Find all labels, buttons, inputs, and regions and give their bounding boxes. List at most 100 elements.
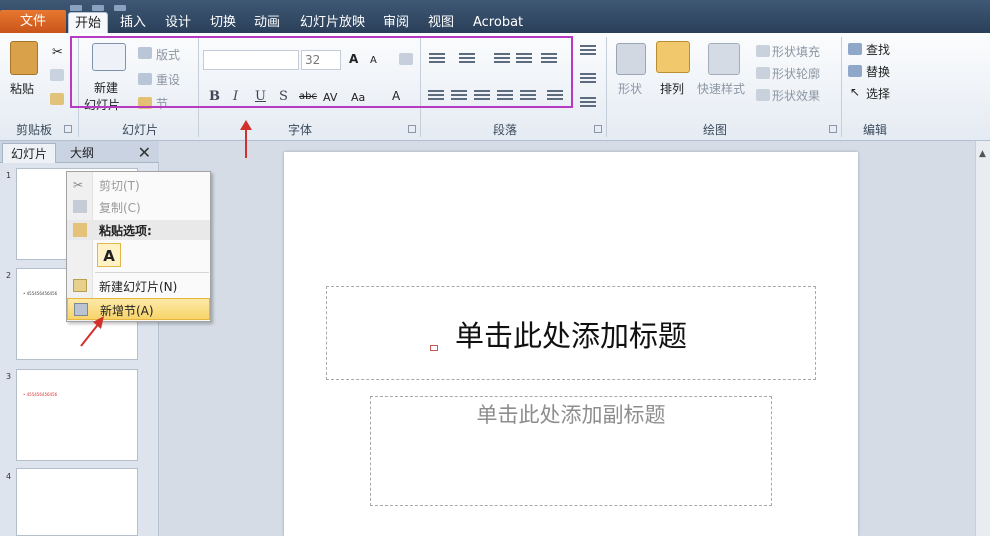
group-divider [198,37,199,137]
shape-outline-icon[interactable] [756,67,770,79]
subtitle-placeholder-text: 单击此处添加副标题 [476,403,666,427]
shadow-button[interactable]: S [279,89,288,104]
close-icon[interactable]: ✕ [138,143,151,162]
slide-canvas[interactable]: 单击此处添加标题 单击此处添加副标题 [284,152,858,536]
replace-icon[interactable] [848,65,862,77]
bullets-icon[interactable] [429,53,445,65]
justify-icon[interactable] [497,90,513,102]
layout-icon[interactable] [138,47,152,59]
replace-button[interactable]: 替换 [866,63,890,80]
shape-fill-button[interactable]: 形状填充 [772,43,820,60]
tab-view[interactable]: 视图 [428,12,454,33]
grow-font-icon[interactable]: A [349,52,358,66]
paste-button[interactable]: 粘贴 [10,80,34,97]
distribute-icon[interactable] [520,90,536,102]
paste-icon [73,223,87,237]
tab-animations[interactable]: 动画 [254,12,280,33]
align-right-icon[interactable] [474,90,490,102]
new-slide-label-2[interactable]: 幻灯片 [84,96,120,113]
new-slide-icon[interactable] [92,43,126,71]
menu-item-cut[interactable]: ✂ 剪切(T) [67,174,210,196]
shrink-font-icon[interactable]: A [370,55,377,66]
section-button[interactable]: 节 [156,95,168,112]
columns-icon[interactable] [547,90,563,102]
group-divider [78,37,79,137]
shape-outline-button[interactable]: 形状轮廓 [772,65,820,82]
find-button[interactable]: 查找 [866,41,890,58]
shape-effects-icon[interactable] [756,89,770,101]
clear-format-icon[interactable] [399,53,413,65]
shapes-icon[interactable] [616,43,646,75]
thumb-number: 3 [6,372,12,381]
italic-button[interactable]: I [233,89,238,104]
change-case-icon[interactable]: Aa [351,91,365,104]
drawing-launcher-icon[interactable] [829,125,837,133]
cut-icon[interactable]: ✂ [52,45,63,60]
scroll-up-icon[interactable]: ▲ [979,149,986,159]
select-cursor-icon[interactable]: ↖ [850,85,860,99]
text-direction-icon[interactable] [580,45,596,57]
group-divider [841,37,842,137]
menu-item-new-slide[interactable]: 新建幻灯片(N) [67,275,210,297]
tab-insert[interactable]: 插入 [120,12,146,33]
paste-icon[interactable] [10,41,38,75]
slide-thumbnail-3[interactable]: • 455456456456 [16,369,138,461]
tab-design[interactable]: 设计 [165,12,191,33]
subtitle-placeholder[interactable]: 单击此处添加副标题 [370,396,772,506]
tab-home[interactable]: 开始 [68,12,109,33]
quick-styles-button[interactable]: 快速样式 [697,80,745,97]
find-icon[interactable] [848,43,862,55]
annotation-arrow-up [240,120,252,158]
menu-item-copy-label: 复制(C) [99,201,141,215]
align-left-icon[interactable] [428,90,444,102]
tab-slides[interactable]: 幻灯片 [2,143,57,163]
tab-transitions[interactable]: 切换 [210,12,236,33]
slides-group-label: 幻灯片 [121,123,158,137]
context-menu: ✂ 剪切(T) 复制(C) 粘贴选项: A 新建幻灯片(N) 新增节(A) [66,171,211,322]
font-name-select[interactable] [203,50,299,70]
reset-button[interactable]: 重设 [156,71,180,88]
reset-icon[interactable] [138,73,152,85]
title-placeholder[interactable]: 单击此处添加标题 [326,286,816,380]
tab-review[interactable]: 审阅 [383,12,409,33]
arrange-button[interactable]: 排列 [660,80,684,97]
decrease-indent-icon[interactable] [494,53,510,65]
new-slide-label[interactable]: 新建 [94,79,118,96]
tab-outline[interactable]: 大纲 [62,143,102,163]
copy-icon[interactable] [50,69,64,81]
format-painter-icon[interactable] [50,93,64,105]
smartart-icon[interactable] [580,97,596,109]
section-icon[interactable] [138,97,152,109]
tab-slideshow[interactable]: 幻灯片放映 [300,12,365,33]
align-center-icon[interactable] [451,90,467,102]
paragraph-launcher-icon[interactable] [594,125,602,133]
paste-options-label: 粘贴选项: [99,224,152,238]
underline-button[interactable]: U [255,89,266,104]
quick-access-toolbar[interactable] [70,0,190,11]
font-launcher-icon[interactable] [408,125,416,133]
select-button[interactable]: 选择 [866,85,890,102]
slide-thumbnail-4[interactable] [16,468,138,536]
quick-styles-icon[interactable] [708,43,740,75]
vertical-scrollbar[interactable]: ▲ [975,141,990,536]
font-size-select[interactable]: 32 [301,50,341,70]
menu-item-copy[interactable]: 复制(C) [67,196,210,218]
arrange-icon[interactable] [656,41,690,73]
increase-indent-icon[interactable] [516,53,532,65]
line-spacing-icon[interactable] [541,53,557,65]
file-tab[interactable]: 文件 [0,10,66,33]
paste-keep-text-button[interactable]: A [97,243,121,267]
shape-effects-button[interactable]: 形状效果 [772,87,820,104]
tab-acrobat[interactable]: Acrobat [473,12,523,33]
char-spacing-icon[interactable]: AV [323,91,337,104]
numbering-icon[interactable] [459,53,475,65]
shapes-button[interactable]: 形状 [618,80,642,97]
strikethrough-icon[interactable]: abc [299,91,317,102]
clipboard-launcher-icon[interactable] [64,125,72,133]
paste-options-header: 粘贴选项: [67,220,210,240]
align-text-icon[interactable] [580,73,596,85]
layout-button[interactable]: 版式 [156,46,180,63]
font-color-icon[interactable]: A [392,89,400,103]
bold-button[interactable]: B [209,89,220,104]
shape-fill-icon[interactable] [756,45,770,57]
